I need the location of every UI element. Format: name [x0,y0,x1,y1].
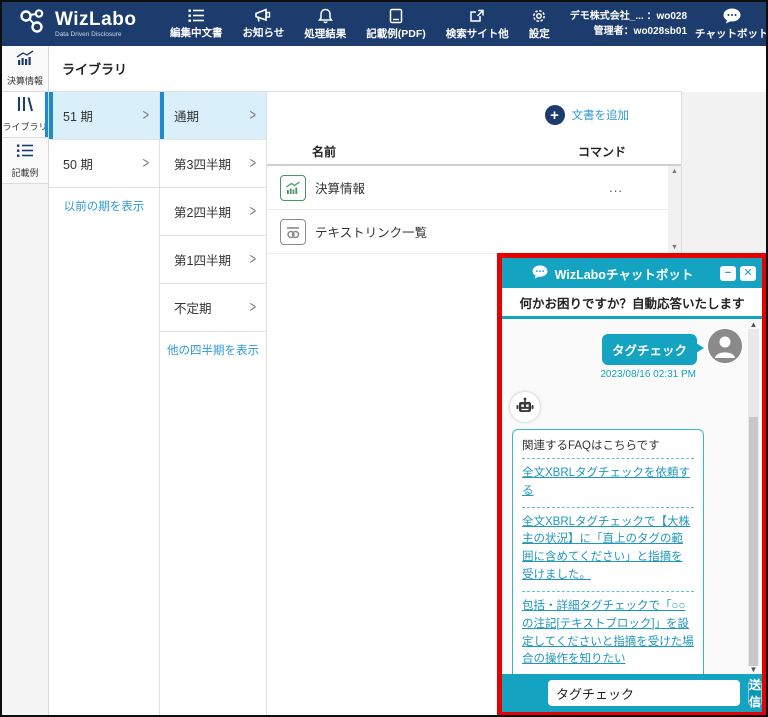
wizlabo-logo: WizLabo Data Driven Disclosure [2,8,162,41]
chevron-right-icon: > [249,251,256,268]
quarter-item-q2[interactable]: 第2四半期 > [160,188,266,236]
user-message-bubble: タグチェック [601,334,705,365]
user-company: デモ株式会社_... ：wo028 [569,11,688,22]
user-avatar [708,329,742,363]
faq-header: 関連するFAQはこちらです [522,437,694,459]
top-navigation-right: チャットボット ? ヘルプ ✕ ログアウト [687,2,766,46]
sidebar-item-library[interactable]: ライブラリ [2,92,48,138]
bot-message-row: 関連するFAQはこちらです 全文XBRLタグチェックを依頼する 全文XBRLタグ… [510,392,742,674]
show-previous-periods-link[interactable]: 以前の期を表示 [49,198,159,214]
example-list-icon [16,143,34,163]
message-timestamp: 2023/08/16 02:31 PM [600,369,696,380]
chatbot-message-area: タグチェック 2023/08/16 02:31 PM 関連するFAQはこちらです… [502,319,762,674]
quarter-item-q3[interactable]: 第3四半期 > [160,140,266,188]
chatbot-minimize-button[interactable]: − [720,265,736,281]
financial-report-icon [280,174,306,201]
chatbot-close-button[interactable]: ✕ [740,265,756,281]
period-item-51[interactable]: 51 期 > [49,92,159,140]
nav-chatbot[interactable]: チャットボット [687,2,766,46]
book-icon [389,8,403,24]
table-row-text-links[interactable]: テキストリンク一覧 [267,210,681,254]
user-admin: 管理者：wo028sb01 [593,26,688,37]
chevron-right-icon: > [142,107,149,124]
scrollbar-thumb[interactable] [749,417,758,666]
text-link-icon [280,218,306,245]
chevron-right-icon: > [249,203,256,220]
user-message-row: タグチェック [510,329,742,365]
chatbot-title: WizLaboチャットボット [554,267,694,282]
quarters-column: 通期 > 第3四半期 > 第2四半期 > 第1四半期 > 不定期 > 他の四半期… [160,92,267,715]
chevron-right-icon: > [249,155,256,172]
chat-bubble-icon [722,8,742,24]
top-header-bar: WizLabo Data Driven Disclosure 編集中文書 お知ら… [2,2,766,46]
gear-icon [531,8,547,24]
robot-icon [510,392,540,422]
faq-link-3[interactable]: 包括・詳細タグチェックで「○○の注記[テキストブロック]」を設定してくださいと指… [522,592,694,674]
nav-processing-results[interactable]: 処理結果 [296,2,354,46]
document-table-header: 名前 コマンド [267,138,681,166]
faq-link-1[interactable]: 全文XBRLタグチェックを依頼する [522,459,694,508]
document-list-scrollbar[interactable]: ▲ ▼ [668,166,681,253]
period-item-50[interactable]: 50 期 > [49,140,159,188]
external-link-icon [469,8,485,24]
quarter-item-q1[interactable]: 第1四半期 > [160,236,266,284]
nav-example-pdf[interactable]: 記載例(PDF) [358,2,434,46]
financial-chart-icon [14,50,36,71]
quarter-item-irregular[interactable]: 不定期 > [160,284,266,332]
chatbot-input-bar: 送信 [502,674,763,712]
app-title: WizLabo [55,9,137,30]
app-window: WizLabo Data Driven Disclosure 編集中文書 お知ら… [2,2,766,715]
chatbot-header: WizLaboチャットボット − ✕ [502,258,762,288]
sidebar-item-financial-info[interactable]: 決算情報 [2,46,48,92]
chatbot-panel: WizLaboチャットボット − ✕ 何かお困りですか？自動応答いたします タグ… [497,253,766,715]
top-navigation: 編集中文書 お知らせ 処理結果 記載例(PDF) 検索サイト他 設定 [162,2,558,46]
scroll-up-icon[interactable]: ▲ [750,321,758,329]
screenshot-frame: WizLabo Data Driven Disclosure 編集中文書 お知ら… [0,0,768,717]
chatbot-subtitle: 何かお困りですか？自動応答いたします [502,288,762,319]
document-list-icon [188,8,205,23]
nav-search-sites[interactable]: 検索サイト他 [438,2,517,46]
bell-icon [317,8,333,24]
library-icon [15,96,35,117]
left-sidebar: 決算情報 ライブラリ 記載例 [2,46,49,715]
megaphone-icon [254,8,272,23]
nav-settings[interactable]: 設定 [521,2,558,46]
table-row-financial-info[interactable]: 決算情報 ... [267,166,681,210]
chevron-right-icon: > [249,107,256,124]
show-other-quarters-link[interactable]: 他の四半期を表示 [160,342,266,358]
page-title-bar: ライブラリ [49,46,682,92]
periods-column: 51 期 > 50 期 > 以前の期を表示 [49,92,160,715]
plus-icon: + [544,105,565,125]
chevron-right-icon: > [142,155,149,172]
sidebar-item-examples[interactable]: 記載例 [2,138,48,184]
quarter-item-full-year[interactable]: 通期 > [160,92,266,140]
page-title: ライブラリ [62,62,128,77]
add-document-button[interactable]: + 文書を追加 [544,105,629,125]
faq-link-2[interactable]: 全文XBRLタグチェックで【大株主の状況】に「直上のタグの範囲に含めてください」… [522,508,694,592]
app-tagline: Data Driven Disclosure [55,31,122,38]
nav-notices[interactable]: お知らせ [235,2,293,46]
faq-box: 関連するFAQはこちらです 全文XBRLタグチェックを依頼する 全文XBRLタグ… [512,429,704,674]
scroll-up-icon[interactable]: ▲ [671,168,678,175]
wizlabo-logo-icon [18,8,48,41]
send-button[interactable]: 送信 [748,678,763,709]
chatbot-scrollbar[interactable]: ▲ ▼ [748,321,759,674]
nav-editing-documents[interactable]: 編集中文書 [162,2,231,46]
user-info: デモ株式会社_... ：wo028 管理者：wo028sb01 [570,9,687,39]
chat-message-input[interactable] [548,680,740,706]
scroll-down-icon[interactable]: ▼ [750,666,758,674]
scroll-down-icon[interactable]: ▼ [671,244,678,251]
chevron-right-icon: > [249,299,256,316]
column-header-command: コマンド [577,144,626,159]
chat-bubble-icon [531,264,549,282]
column-header-name: 名前 [312,144,337,159]
